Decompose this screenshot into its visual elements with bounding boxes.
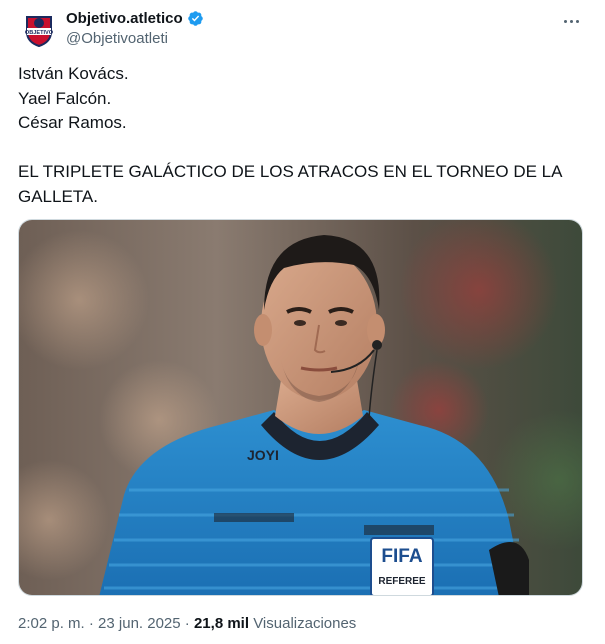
tweet-line: César Ramos. — [18, 113, 127, 132]
tweet-text: István Kovács. Yael Falcón. César Ramos.… — [18, 62, 583, 209]
meta-separator: · — [184, 615, 190, 632]
badge-role: REFEREE — [378, 576, 426, 587]
tweet-time[interactable]: 2:02 p. m. — [18, 615, 85, 632]
tweet-line: István Kovács. — [18, 64, 129, 83]
tweet-meta: 2:02 p. m. · 23 jun. 2025 · 21,8 mil Vis… — [18, 615, 356, 632]
avatar-text: OBJETIVO — [25, 30, 54, 36]
avatar[interactable]: OBJETIVO — [20, 10, 58, 48]
tweet-line-empty — [18, 136, 583, 161]
views-count: 21,8 mil — [193, 615, 250, 632]
tweet-line: Yael Falcón. — [18, 88, 112, 108]
tweet-header: OBJETIVO Objetivo.atletico @Objetivoatle… — [18, 8, 588, 50]
kit-logo: JOYI — [247, 447, 279, 463]
verified-badge-icon — [187, 11, 203, 26]
tweet-photo[interactable]: JOYI FIFA REFEREE — [18, 219, 583, 596]
tweet: OBJETIVO Objetivo.atletico @Objetivoatle… — [0, 0, 605, 644]
referee-photo: JOYI FIFA REFEREE — [19, 220, 582, 595]
badge-brand: FIFA — [381, 546, 422, 567]
tweet-date[interactable]: 23 jun. 2025 — [98, 615, 181, 632]
views-label: Visualizaciones — [253, 615, 357, 632]
display-name[interactable]: Objetivo.atletico — [66, 10, 183, 27]
more-icon[interactable] — [558, 10, 584, 32]
meta-separator: · — [88, 615, 94, 632]
avatar-logo: OBJETIVO — [20, 10, 58, 48]
handle[interactable]: @Objetivoatleti — [66, 30, 204, 47]
author-names: Objetivo.atletico @Objetivoatleti — [66, 10, 204, 47]
tweet-line: EL TRIPLETE GALÁCTICO DE LOS ATRACOS EN … — [18, 162, 562, 206]
